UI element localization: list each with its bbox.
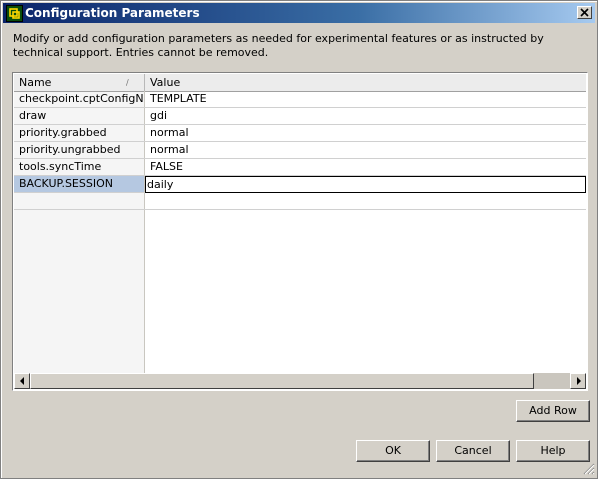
close-button[interactable] <box>577 6 592 19</box>
sort-icon: ∕ <box>126 78 129 87</box>
scroll-right-button[interactable] <box>570 373 586 389</box>
ok-button[interactable]: OK <box>356 440 430 462</box>
cancel-button[interactable]: Cancel <box>436 440 510 462</box>
table-row-empty[interactable] <box>14 193 586 210</box>
row-name-cell[interactable]: BACKUP.SESSION <box>14 176 145 192</box>
row-value-cell[interactable]: TEMPLATE <box>145 91 586 107</box>
column-header-value[interactable]: Value <box>145 74 586 91</box>
help-button[interactable]: Help <box>516 440 590 462</box>
table-header: Name ∕ Value <box>14 74 586 92</box>
close-icon <box>580 8 589 17</box>
column-header-name-label: Name <box>19 76 52 89</box>
table-row[interactable]: priority.grabbed normal <box>14 125 586 142</box>
window-title: Configuration Parameters <box>25 6 200 20</box>
row-value-cell[interactable] <box>145 193 586 209</box>
table-row[interactable]: draw gdi <box>14 108 586 125</box>
scroll-thumb[interactable] <box>30 373 534 389</box>
row-value-cell[interactable]: normal <box>145 125 586 141</box>
add-row-button[interactable]: Add Row <box>516 400 590 422</box>
vmware-icon <box>6 5 23 22</box>
row-name-cell[interactable]: draw <box>14 108 145 124</box>
row-value-cell[interactable]: normal <box>145 142 586 158</box>
table-row[interactable]: priority.ungrabbed normal <box>14 142 586 159</box>
value-edit-field[interactable] <box>145 176 586 193</box>
parameters-table: Name ∕ Value checkpoint.cptConfigN... TE… <box>12 72 588 391</box>
arrow-right-icon <box>577 377 581 385</box>
configuration-parameters-dialog: Configuration Parameters Modify or add c… <box>0 0 598 479</box>
horizontal-scrollbar[interactable] <box>14 373 586 389</box>
scroll-left-button[interactable] <box>14 373 30 389</box>
arrow-left-icon <box>20 377 24 385</box>
row-value-cell[interactable]: gdi <box>145 108 586 124</box>
column-header-value-label: Value <box>150 76 181 89</box>
table-row[interactable]: checkpoint.cptConfigN... TEMPLATE <box>14 91 586 108</box>
column-header-name[interactable]: Name ∕ <box>14 74 145 91</box>
table-row-selected[interactable]: BACKUP.SESSION <box>14 176 586 193</box>
description-text: Modify or add configuration parameters a… <box>13 32 544 59</box>
table-row[interactable]: tools.syncTime FALSE <box>14 159 586 176</box>
resize-grip-icon[interactable] <box>583 463 595 475</box>
row-value-cell[interactable]: FALSE <box>145 159 586 175</box>
title-bar[interactable]: Configuration Parameters <box>3 3 595 23</box>
scroll-track[interactable] <box>534 373 570 389</box>
row-name-cell[interactable] <box>14 193 145 209</box>
row-name-cell[interactable]: priority.grabbed <box>14 125 145 141</box>
row-name-cell[interactable]: tools.syncTime <box>14 159 145 175</box>
row-name-cell[interactable]: checkpoint.cptConfigN... <box>14 91 145 107</box>
row-name-cell[interactable]: priority.ungrabbed <box>14 142 145 158</box>
